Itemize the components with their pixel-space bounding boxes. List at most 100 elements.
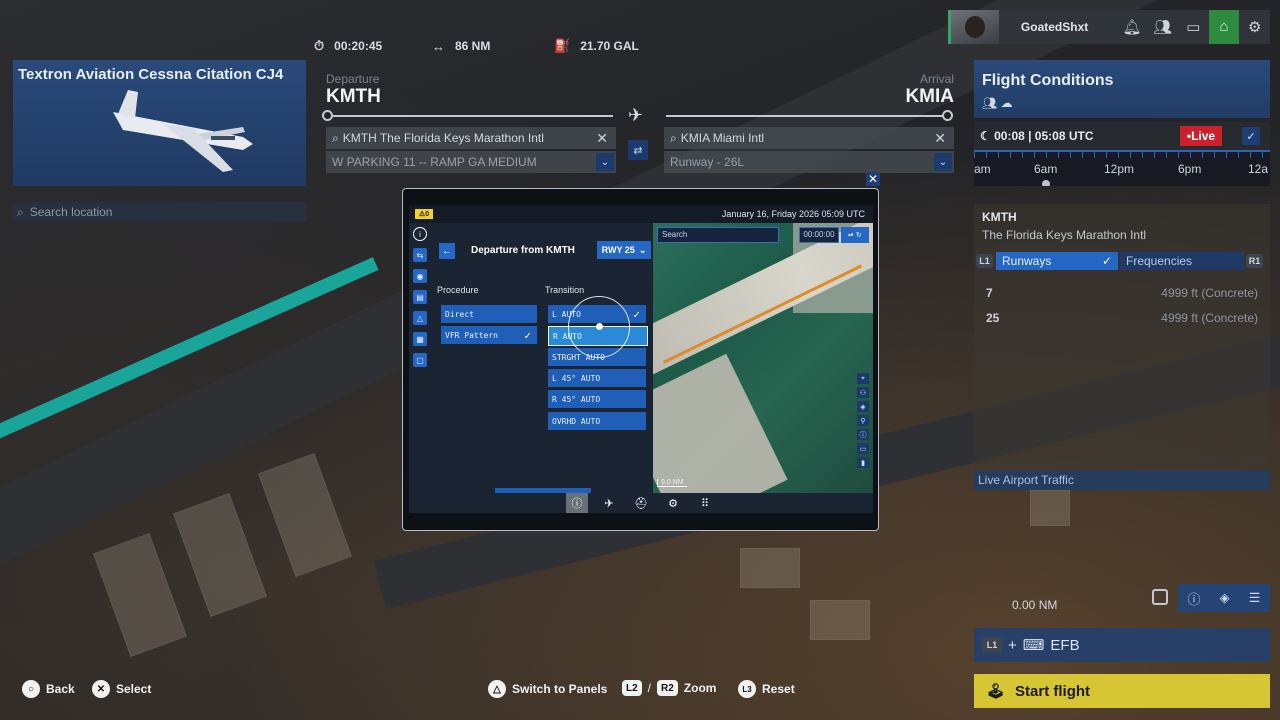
chat-icon[interactable]: ▭ [1178,18,1209,36]
back-arrow-icon[interactable]: ← [439,243,455,259]
flight-conditions-panel[interactable]: Flight Conditions 👥︎ ☁︎ [974,60,1270,118]
fuel-amount: 21.70 GAL [580,39,639,53]
info-icon[interactable]: ⓘ [857,429,869,440]
procedure-item[interactable]: VFR Pattern ✓ [441,326,537,344]
info-icon[interactable]: ⓘ [566,493,588,513]
runway-length: 4999 ft (Concrete) [1161,311,1258,325]
current-time: ☾ 00:08 | 05:08 UTC [980,129,1094,143]
cursor-dot [596,323,603,330]
time-value: 00:08 | 05:08 UTC [994,129,1094,143]
efb-date: January 16, Friday 2026 05:09 UTC [721,209,865,219]
switch-panels-hint[interactable]: △ Switch to Panels [488,680,607,698]
info-icon[interactable]: ⓘ [1188,589,1201,608]
swap-airports-button[interactable]: ⇄ [628,140,648,160]
layers-icon[interactable]: ◈ [1220,590,1230,606]
airport-code: KMTH [982,210,1017,224]
joystick-icon: 🕹︎ [986,683,1006,700]
start-flight-button[interactable]: 🕹︎ Start flight [974,674,1270,708]
procedure-label: Procedure [437,285,479,295]
arrival-dot [942,110,953,121]
departure-dot [322,110,333,121]
layers-icon[interactable]: ◈ [857,401,869,412]
clear-icon[interactable]: ✕ [596,130,608,147]
map-tool-column: ⌖ ⚇ ◈ ⚲ ⓘ ▭ ▮ [857,373,871,468]
map-square-toggle[interactable] [1152,589,1168,605]
tab-frequencies[interactable]: Frequencies [1120,252,1244,270]
transition-item[interactable]: OVRHD AUTO [548,412,646,430]
map-building [810,600,870,640]
live-button[interactable]: • Live [1180,126,1222,146]
r2-button-icon: R2 [657,680,678,696]
map-play-button[interactable]: ⏯ ↻ [841,227,869,243]
friends-icon[interactable]: 👥︎ [1147,18,1178,36]
stopwatch-icon: ⏱ [314,38,325,53]
timeline-knob[interactable] [1042,180,1050,186]
procedure-icon[interactable]: ▤ [413,290,427,304]
circle-button-icon: ○ [22,680,40,698]
chevron-down-icon[interactable]: ⌄ [934,153,952,171]
map-time-field[interactable]: 00:00:00 [799,227,839,243]
bell-icon[interactable]: 🔔︎ [1117,18,1148,36]
start-flight-label: Start flight [1015,682,1091,700]
efb-button[interactable]: L1 + ⌨ EFB [974,628,1270,662]
live-airport-traffic-toggle[interactable]: Live Airport Traffic [974,470,1270,490]
bell-icon[interactable]: △ [413,311,427,325]
check-icon: ✓ [1101,254,1112,268]
efb-close-button[interactable]: ✕ [866,172,880,186]
bars-icon[interactable]: ▮ [857,457,869,468]
gear-icon[interactable]: ⚙ [1239,18,1270,36]
departure-parking-select[interactable]: W PARKING 11 -- RAMP GA MEDIUM ⌄ [326,151,616,173]
transition-label: Transition [545,285,585,295]
reset-hint[interactable]: L3 Reset [738,680,795,698]
departure-parking-value: W PARKING 11 -- RAMP GA MEDIUM [332,155,537,169]
time-slider[interactable]: am 6am 12pm 6pm 12a [974,150,1270,186]
runway-select-button[interactable]: RWY 25 ⌄ [597,241,651,259]
target-icon[interactable]: ⌖ [857,373,869,384]
helmet-icon[interactable]: ⛑ [630,493,652,513]
live-checkbox[interactable]: ✓ [1242,127,1260,145]
pin-icon[interactable]: ⚲ [857,415,869,426]
timeline-label: 12pm [1104,162,1135,176]
route-icon[interactable]: ⚇ [857,387,869,398]
document-icon[interactable]: ▦ [413,332,427,346]
map-building [172,493,268,617]
back-hint[interactable]: ○ Back [22,680,75,698]
arrival-runway-select[interactable]: Runway - 26L ⌄ [664,151,954,173]
runway-row[interactable]: 25 4999 ft (Concrete) [986,311,1258,325]
clear-icon[interactable]: ✕ [934,130,946,147]
tab-runways-label: Runways [1002,254,1052,268]
route-icon[interactable]: ⇆ [413,248,427,262]
departure-airport-field[interactable]: ⌕ KMTH The Florida Keys Marathon Intl ✕ [326,127,616,149]
zoom-hint[interactable]: L2 / R2 Zoom [622,680,716,696]
transition-item-label: R 45° AUTO [552,394,601,404]
map-icon[interactable]: ▭ [857,443,869,454]
avatar[interactable] [951,10,999,44]
arrival-airport-field[interactable]: ⌕ KMIA Miami Intl ✕ [664,127,954,149]
timeline-label: am [974,162,991,176]
apps-grid-icon[interactable]: ⠿ [694,493,716,513]
transition-item-label: OVRHD AUTO [552,416,601,426]
gear-icon[interactable]: ⚙ [662,493,684,513]
tab-runways[interactable]: Runways ✓ [996,252,1118,270]
select-hint[interactable]: ✕ Select [92,680,151,698]
radio-icon[interactable]: ◉ [413,269,427,283]
map-search-input[interactable]: Search [657,227,779,243]
warning-icon[interactable]: ⚠ 0 [415,209,433,219]
search-location-input[interactable]: ⌕ Search location [13,202,306,222]
chevron-down-icon[interactable]: ⌄ [596,153,614,171]
runway-row[interactable]: 7 4999 ft (Concrete) [986,286,1258,300]
plus-icon: + [1008,636,1017,654]
clipboard-icon[interactable]: ▢ [413,353,427,367]
map-building [257,453,353,577]
marketplace-icon[interactable]: ⌂ [1208,10,1240,44]
efb-map[interactable]: Search 00:00:00 ⏯ ↻ ⌖ ⚇ ◈ ⚲ ⓘ ▭ ▮ 9.0 NM [653,223,873,493]
transition-item[interactable]: R 45° AUTO [548,390,646,408]
procedure-item[interactable]: Direct [441,305,537,323]
search-icon: ⌕ [17,204,24,219]
airplane-icon[interactable]: ✈ [598,493,620,513]
map-tools: ⓘ ◈ ☰ [1178,584,1270,612]
aircraft-card[interactable]: Textron Aviation Cessna Citation CJ4 [13,60,306,186]
transition-item[interactable]: L 45° AUTO [548,369,646,387]
info-icon[interactable]: i [413,227,427,241]
list-icon[interactable]: ☰ [1249,590,1261,606]
